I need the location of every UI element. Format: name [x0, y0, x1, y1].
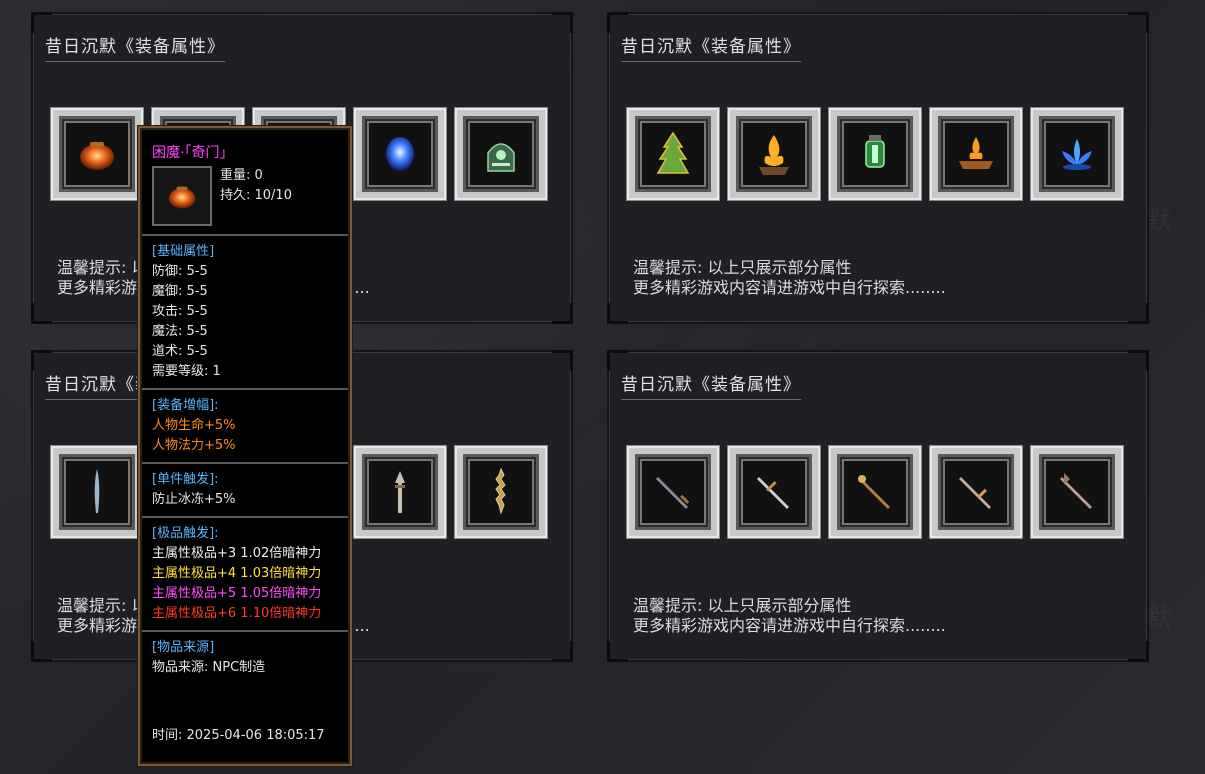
item-weight: 重量: 0	[220, 168, 263, 183]
equipment-slot[interactable]	[829, 446, 921, 538]
equipment-panel-4: 昔日沉默《装备属性》 温馨提示: 以上只展示部分属性 更多精彩游戏内容请进游戏中…	[607, 350, 1149, 662]
attr-line: 攻击: 5-5	[152, 304, 208, 319]
rare-line: 主属性极品+6 1.10倍暗神力	[152, 606, 322, 621]
tip-line-2: 更多精彩游戏内容请进游戏中自行探索........	[633, 278, 946, 297]
boost-line: 人物生命+5%	[152, 418, 236, 433]
timestamp: 时间: 2025-04-06 18:05:17	[152, 728, 325, 743]
attr-line: 魔法: 5-5	[152, 324, 208, 339]
sword-icon	[757, 477, 789, 509]
basic-attributes-header: [基础属性]	[152, 244, 215, 259]
trigger-header: [单件触发]:	[152, 472, 219, 487]
tip-line-1: 温馨提示: 以上只展示部分属性	[633, 596, 852, 615]
long-sword-icon	[959, 477, 991, 509]
serrated-sword-icon	[495, 467, 506, 515]
rare-line: 主属性极品+3 1.02倍暗神力	[152, 546, 322, 561]
item-name: 困魔·「奇门」	[152, 145, 234, 161]
panel-title: 昔日沉默《装备属性》	[621, 32, 801, 62]
panel-title: 昔日沉默《装备属性》	[45, 32, 225, 62]
rare-line: 主属性极品+4 1.03倍暗神力	[152, 566, 322, 581]
equipment-slot[interactable]	[455, 446, 547, 538]
orange-orb-icon	[168, 186, 196, 209]
rare-line: 主属性极品+5 1.05倍暗神力	[152, 586, 322, 601]
equipment-slot[interactable]	[51, 108, 143, 200]
source-header: [物品来源]	[152, 640, 215, 655]
equipment-slot[interactable]	[455, 108, 547, 200]
blade-icon	[94, 469, 100, 513]
rare-header: [极品触发]:	[152, 526, 219, 541]
tip-line-1: 温馨提示: 以上只展示部分属性	[633, 258, 852, 277]
halberd-icon	[1060, 473, 1092, 509]
source-line: 物品来源: NPC制造	[152, 660, 266, 675]
equipment-slot[interactable]	[354, 108, 446, 200]
item-durability: 持久: 10/10	[220, 188, 292, 203]
attr-line: 道术: 5-5	[152, 344, 208, 359]
blue-lotus-icon	[1062, 139, 1092, 170]
attr-line: 魔御: 5-5	[152, 284, 208, 299]
orange-orb-icon	[80, 142, 114, 170]
equipment-slot[interactable]	[728, 108, 820, 200]
boost-line: 人物法力+5%	[152, 438, 236, 453]
blue-gem-icon	[386, 137, 414, 171]
spear-icon	[395, 471, 405, 513]
equipment-slot[interactable]	[1031, 446, 1123, 538]
green-pagoda-icon	[656, 131, 690, 174]
trigger-line: 防止冰冻+5%	[152, 492, 236, 507]
attr-line: 需要等级: 1	[152, 364, 221, 379]
staff-icon	[858, 475, 890, 509]
tip-line-2: 更多精彩游戏内容请进游戏中自行探索........	[633, 616, 946, 635]
dagger-icon	[656, 477, 690, 509]
equipment-slot[interactable]	[1031, 108, 1123, 200]
item-tooltip: 困魔·「奇门」 重量: 0 持久: 10/10 [基础属性] 防御: 5-5 魔…	[138, 126, 352, 766]
equipment-slot[interactable]	[728, 446, 820, 538]
equipment-panel-2: 昔日沉默《装备属性》 温馨提示: 以上只展示部分属性 更多精彩游戏内容请进游戏中…	[607, 12, 1149, 324]
attr-line: 防御: 5-5	[152, 264, 208, 279]
green-idol-icon	[487, 143, 515, 172]
fire-brazier-icon	[759, 135, 789, 175]
equipment-slot[interactable]	[829, 108, 921, 200]
equipment-slot[interactable]	[930, 446, 1022, 538]
equipment-slot[interactable]	[354, 446, 446, 538]
boost-header: [装备增幅]:	[152, 398, 219, 413]
equipment-slot[interactable]	[51, 446, 143, 538]
panel-title: 昔日沉默《装备属性》	[621, 370, 801, 400]
equipment-slot[interactable]	[930, 108, 1022, 200]
equipment-slot[interactable]	[627, 108, 719, 200]
equipment-slot[interactable]	[627, 446, 719, 538]
item-icon	[152, 166, 212, 226]
green-lantern-icon	[865, 135, 885, 168]
fire-altar-icon	[959, 137, 993, 169]
